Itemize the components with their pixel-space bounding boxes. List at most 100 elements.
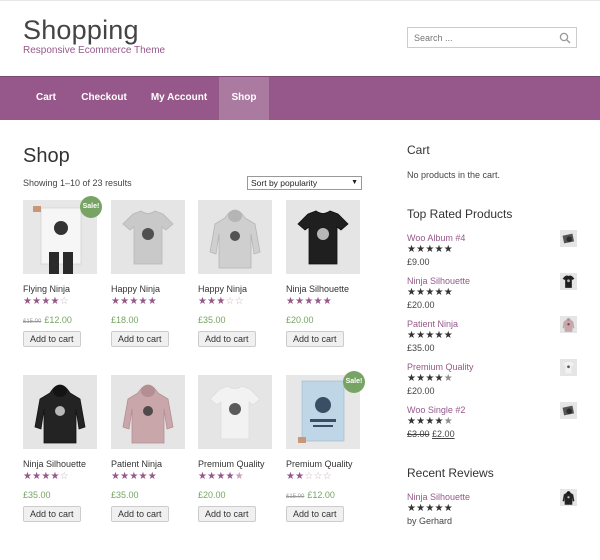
product-image[interactable] bbox=[111, 375, 185, 449]
add-to-cart-button[interactable]: Add to cart bbox=[286, 331, 344, 347]
product-price: £20.00 bbox=[198, 490, 226, 500]
product-card[interactable]: Happy Ninja ★★★★★ £18.00 Add to cart bbox=[111, 200, 187, 350]
product-price: £15.00 £12.00 bbox=[23, 315, 72, 325]
star-rating: ★★★★★ bbox=[198, 471, 244, 482]
product-card[interactable]: Sale! Flying Ninja ★★★★☆ £15.00 £12.00 Add to… bbox=[23, 196, 102, 350]
star-rating: ★★★★★ bbox=[407, 503, 453, 514]
product-name[interactable]: Ninja Silhouette bbox=[286, 284, 349, 294]
product-thumbnail[interactable] bbox=[560, 359, 577, 376]
old-price: £15.00 bbox=[23, 319, 42, 325]
current-price: £12.00 bbox=[44, 315, 72, 325]
star-rating: ★★★★★ bbox=[407, 330, 453, 341]
search-icon[interactable] bbox=[559, 32, 571, 44]
current-price: £18.00 bbox=[111, 315, 139, 325]
star-rating: ★★★★★ bbox=[407, 416, 453, 427]
top-rated-item[interactable]: Woo Single #2 ★★★★★ £3.00 £2.00 bbox=[407, 402, 577, 445]
product-name[interactable]: Happy Ninja bbox=[198, 284, 247, 294]
add-to-cart-button[interactable]: Add to cart bbox=[111, 506, 169, 522]
sale-badge: Sale! bbox=[80, 196, 102, 218]
product-name[interactable]: Premium Quality bbox=[286, 459, 353, 469]
recent-reviews-title: Recent Reviews bbox=[407, 466, 494, 480]
top-rated-name[interactable]: Patient Ninja bbox=[407, 319, 458, 329]
star-rating: ★★★★☆ bbox=[23, 471, 69, 482]
product-card[interactable]: Happy Ninja ★★★☆☆ £35.00 Add to cart bbox=[198, 200, 274, 350]
product-thumbnail[interactable] bbox=[560, 402, 577, 419]
search-input[interactable] bbox=[408, 28, 548, 48]
current-price: £35.00 bbox=[23, 490, 51, 500]
product-price: £15.00 £12.00 bbox=[286, 490, 335, 500]
product-name[interactable]: Happy Ninja bbox=[111, 284, 160, 294]
add-to-cart-button[interactable]: Add to cart bbox=[198, 331, 256, 347]
top-rated-price: £20.00 bbox=[407, 300, 435, 310]
product-card[interactable]: Ninja Silhouette ★★★★☆ £35.00 Add to cart bbox=[23, 375, 99, 525]
top-rated-price: £20.00 bbox=[407, 386, 435, 396]
star-rating: ★★★★★ bbox=[111, 296, 157, 307]
sort-select[interactable]: Sort by popularity ▼ bbox=[247, 176, 362, 190]
product-image[interactable] bbox=[198, 200, 272, 274]
top-rated-item[interactable]: Woo Album #4 ★★★★★ £9.00 bbox=[407, 230, 577, 273]
old-price: £15.00 bbox=[286, 494, 305, 500]
product-image[interactable] bbox=[286, 200, 360, 274]
current-price: £35.00 bbox=[111, 490, 139, 500]
add-to-cart-button[interactable]: Add to cart bbox=[23, 331, 81, 347]
top-rated-price: £3.00 £2.00 bbox=[407, 429, 455, 439]
star-rating: ★★★★★ bbox=[111, 471, 157, 482]
top-rated-item[interactable]: Ninja Silhouette ★★★★★ £20.00 bbox=[407, 273, 577, 316]
product-thumbnail[interactable] bbox=[560, 273, 577, 290]
product-card[interactable]: Sale! Premium Quality ★★☆☆☆ £15.00 £12.00 Add… bbox=[286, 371, 365, 525]
page-title: Shop bbox=[23, 145, 70, 167]
sale-badge: Sale! bbox=[343, 371, 365, 393]
product-thumbnail[interactable] bbox=[560, 230, 577, 247]
top-rated-title: Top Rated Products bbox=[407, 207, 513, 221]
cart-widget-title: Cart bbox=[407, 143, 430, 157]
review-item[interactable]: Ninja Silhouette ★★★★★ by Gerhard bbox=[407, 489, 577, 532]
star-rating: ★★★★★ bbox=[407, 244, 453, 255]
star-rating: ★★★★★ bbox=[407, 287, 453, 298]
review-product-name[interactable]: Ninja Silhouette bbox=[407, 492, 470, 502]
product-price: £35.00 bbox=[198, 315, 226, 325]
current-price: £12.00 bbox=[307, 490, 335, 500]
current-price: £20.00 bbox=[198, 490, 226, 500]
product-name[interactable]: Ninja Silhouette bbox=[23, 459, 86, 469]
add-to-cart-button[interactable]: Add to cart bbox=[111, 331, 169, 347]
product-thumbnail[interactable] bbox=[560, 316, 577, 333]
nav-item-shop[interactable]: Shop bbox=[219, 77, 269, 120]
star-rating: ★★★☆☆ bbox=[198, 296, 244, 307]
product-image[interactable] bbox=[23, 375, 97, 449]
top-rated-name[interactable]: Ninja Silhouette bbox=[407, 276, 470, 286]
top-rated-name[interactable]: Premium Quality bbox=[407, 362, 474, 372]
product-price: £18.00 bbox=[111, 315, 139, 325]
top-rated-price: £9.00 bbox=[407, 257, 430, 267]
search-box[interactable] bbox=[407, 27, 577, 48]
site-title[interactable]: Shopping bbox=[23, 15, 139, 46]
product-thumbnail[interactable] bbox=[560, 489, 577, 506]
top-rated-price: £35.00 bbox=[407, 343, 435, 353]
add-to-cart-button[interactable]: Add to cart bbox=[286, 506, 344, 522]
add-to-cart-button[interactable]: Add to cart bbox=[198, 506, 256, 522]
product-card[interactable]: Patient Ninja ★★★★★ £35.00 Add to cart bbox=[111, 375, 187, 525]
star-rating: ★★★★★ bbox=[407, 373, 453, 384]
nav-item-checkout[interactable]: Checkout bbox=[72, 77, 136, 120]
product-card[interactable]: Premium Quality ★★★★★ £20.00 Add to cart bbox=[198, 375, 274, 525]
top-rated-item[interactable]: Premium Quality ★★★★★ £20.00 bbox=[407, 359, 577, 402]
site-header: Shopping Responsive Ecommerce Theme bbox=[0, 0, 600, 76]
nav-item-my-account[interactable]: My Account bbox=[142, 77, 216, 120]
star-rating: ★★☆☆☆ bbox=[286, 471, 332, 482]
current-price: £20.00 bbox=[286, 315, 314, 325]
current-price: £35.00 bbox=[198, 315, 226, 325]
nav-item-cart[interactable]: Cart bbox=[23, 77, 69, 120]
product-name[interactable]: Patient Ninja bbox=[111, 459, 162, 469]
add-to-cart-button[interactable]: Add to cart bbox=[23, 506, 81, 522]
cart-empty-message: No products in the cart. bbox=[407, 170, 501, 180]
product-card[interactable]: Ninja Silhouette ★★★★★ £20.00 Add to cart bbox=[286, 200, 362, 350]
product-price: £35.00 bbox=[111, 490, 139, 500]
product-image[interactable] bbox=[198, 375, 272, 449]
star-rating: ★★★★☆ bbox=[23, 296, 69, 307]
product-name[interactable]: Premium Quality bbox=[198, 459, 265, 469]
product-name[interactable]: Flying Ninja bbox=[23, 284, 70, 294]
top-rated-name[interactable]: Woo Single #2 bbox=[407, 405, 465, 415]
review-author: by Gerhard bbox=[407, 516, 453, 526]
product-image[interactable] bbox=[111, 200, 185, 274]
top-rated-item[interactable]: Patient Ninja ★★★★★ £35.00 bbox=[407, 316, 577, 359]
top-rated-name[interactable]: Woo Album #4 bbox=[407, 233, 465, 243]
